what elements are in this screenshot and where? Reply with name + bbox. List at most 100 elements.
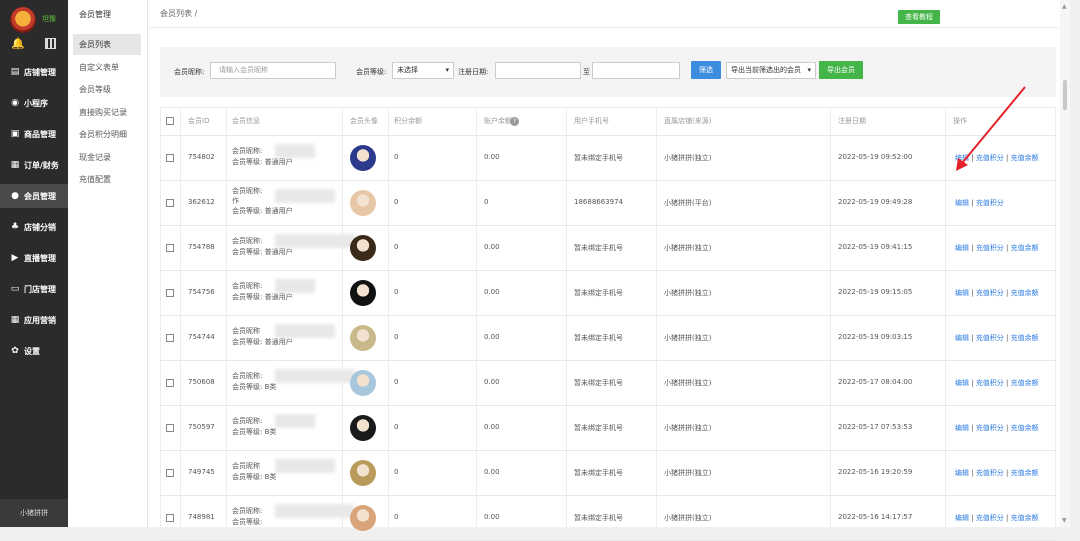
sidebar-item-label: 门店管理 [24,284,56,294]
recharge-balance-link[interactable]: 充值余额 [1011,424,1039,432]
date-end-input[interactable] [592,62,680,79]
level-label: 会员等级: [356,68,387,76]
points-balance: 0 [394,422,399,431]
recharge-balance-link[interactable]: 充值余额 [1011,154,1039,162]
member-id: 750597 [188,422,215,431]
row-border [160,225,1056,226]
recharge-balance-link[interactable]: 充值余额 [1011,289,1039,297]
member-level: 会员等级: 普通用户 [232,206,293,215]
sidebar-item[interactable]: ▶ 直播管理 [0,246,68,270]
account-balance: 0.00 [484,152,500,161]
sidebar-item[interactable]: ● 会员管理 [0,184,68,208]
scrollbar[interactable]: ▲ ▼ [1060,0,1070,527]
qrcode-icon[interactable] [45,38,56,49]
submenu-item[interactable]: 会员列表 [73,34,141,55]
edit-link[interactable]: 编辑 [955,514,969,522]
edit-link[interactable]: 编辑 [955,379,969,387]
tutorial-button[interactable]: 查看教程 [898,10,940,24]
submenu-item[interactable]: 直接购买记录 [73,102,141,123]
edit-link[interactable]: 编辑 [955,199,969,207]
recharge-points-link[interactable]: 充值积分 [976,469,1004,477]
register-date: 2022-05-19 09:15:05 [838,287,913,296]
avatar [350,369,376,396]
edit-link[interactable]: 编辑 [955,469,969,477]
edit-link[interactable]: 编辑 [955,289,969,297]
shop-logo[interactable] [10,7,36,33]
submenu-title: 会员管理 [79,10,111,19]
phone-number: 暂未绑定手机号 [574,378,623,387]
date-start-input[interactable] [495,62,581,79]
export-select[interactable]: 导出当前筛选出的会员 ▾ [726,62,816,79]
member-nickname: 会员昵称: [232,371,263,380]
recharge-balance-link[interactable]: 充值余额 [1011,469,1039,477]
submenu-item[interactable]: 现金记录 [73,147,141,168]
row-actions: 编辑 | 充值积分 | 充值余额 [955,333,1039,343]
left-sidebar: 坦豫 🔔 ▤ 店铺管理 ◉ 小程序 ▣ 商品管理 ▦ 订单/财务 ● 会员管理 ♣ 店铺分销 ▶ 直播管理… [0,0,68,527]
column-header: 注册日期 [838,117,866,125]
row-checkbox[interactable] [166,243,174,252]
edit-link[interactable]: 编辑 [955,424,969,432]
blurred-nickname [275,143,315,158]
action-separator: | [1003,468,1011,477]
recharge-points-link[interactable]: 充值积分 [976,514,1004,522]
select-all-checkbox[interactable] [166,117,174,125]
recharge-points-link[interactable]: 充值积分 [976,334,1004,342]
sidebar-item[interactable]: ▭ 门店管理 [0,277,68,301]
sidebar-item[interactable]: ♣ 店铺分销 [0,215,68,239]
row-checkbox[interactable] [166,378,174,387]
row-border [160,270,1056,271]
recharge-points-link[interactable]: 充值积分 [976,289,1004,297]
breadcrumb: 会员列表 / [160,9,198,18]
sidebar-item[interactable]: ▤ 店铺管理 [0,60,68,84]
level-select[interactable]: 未选择 ▾ [392,62,454,79]
recharge-balance-link[interactable]: 充值余额 [1011,334,1039,342]
filter-button[interactable]: 筛选 [691,61,721,79]
row-checkbox[interactable] [166,333,174,342]
scroll-thumb[interactable] [1063,80,1067,110]
submenu-item[interactable]: 会员等级 [73,79,141,100]
edit-link[interactable]: 编辑 [955,244,969,252]
submenu-item[interactable]: 充值配置 [73,169,141,190]
submenu-item[interactable]: 自定义表单 [73,57,141,78]
row-checkbox[interactable] [166,198,174,207]
edit-link[interactable]: 编辑 [955,334,969,342]
action-separator: | [969,153,976,162]
action-separator: | [969,423,976,432]
sidebar-item[interactable]: ▣ 商品管理 [0,122,68,146]
avatar [350,324,376,351]
sidebar-item[interactable]: ✿ 设置 [0,339,68,363]
scroll-down-icon[interactable]: ▼ [1062,517,1067,524]
row-checkbox[interactable] [166,153,174,162]
recharge-points-link[interactable]: 充值积分 [976,199,1004,207]
member-nickname: 会员昵称: [232,236,263,245]
recharge-points-link[interactable]: 充值积分 [976,244,1004,252]
bell-icon[interactable]: 🔔 [11,38,25,49]
recharge-balance-link[interactable]: 充值余额 [1011,514,1039,522]
register-date: 2022-05-19 09:41:15 [838,242,913,251]
nickname-input[interactable]: 请输入会员昵称 [210,62,336,79]
sidebar-item[interactable]: ◉ 小程序 [0,91,68,115]
sidebar-item[interactable]: ▦ 订单/财务 [0,153,68,177]
recharge-points-link[interactable]: 充值积分 [976,379,1004,387]
scroll-up-icon[interactable]: ▲ [1062,3,1067,10]
recharge-balance-link[interactable]: 充值余额 [1011,379,1039,387]
submenu-item[interactable]: 会员积分明细 [73,124,141,145]
action-separator: | [1003,513,1011,522]
recharge-points-link[interactable]: 充值积分 [976,424,1004,432]
member-nickname: 会员昵称 [232,326,260,335]
export-button[interactable]: 导出会员 [819,61,863,79]
action-separator: | [1003,153,1011,162]
sidebar-item[interactable]: ▦ 应用营销 [0,308,68,332]
edit-link[interactable]: 编辑 [955,154,969,162]
recharge-points-link[interactable]: 充值积分 [976,154,1004,162]
row-checkbox[interactable] [166,513,174,522]
row-checkbox[interactable] [166,288,174,297]
recharge-balance-link[interactable]: 充值余额 [1011,244,1039,252]
phone-number: 暂未绑定手机号 [574,288,623,297]
help-icon[interactable]: ? [510,117,519,126]
action-separator: | [1003,378,1011,387]
row-checkbox[interactable] [166,423,174,432]
phone-number: 暂未绑定手机号 [574,243,623,252]
miniprogram-icon: ◉ [11,98,19,108]
row-checkbox[interactable] [166,468,174,477]
